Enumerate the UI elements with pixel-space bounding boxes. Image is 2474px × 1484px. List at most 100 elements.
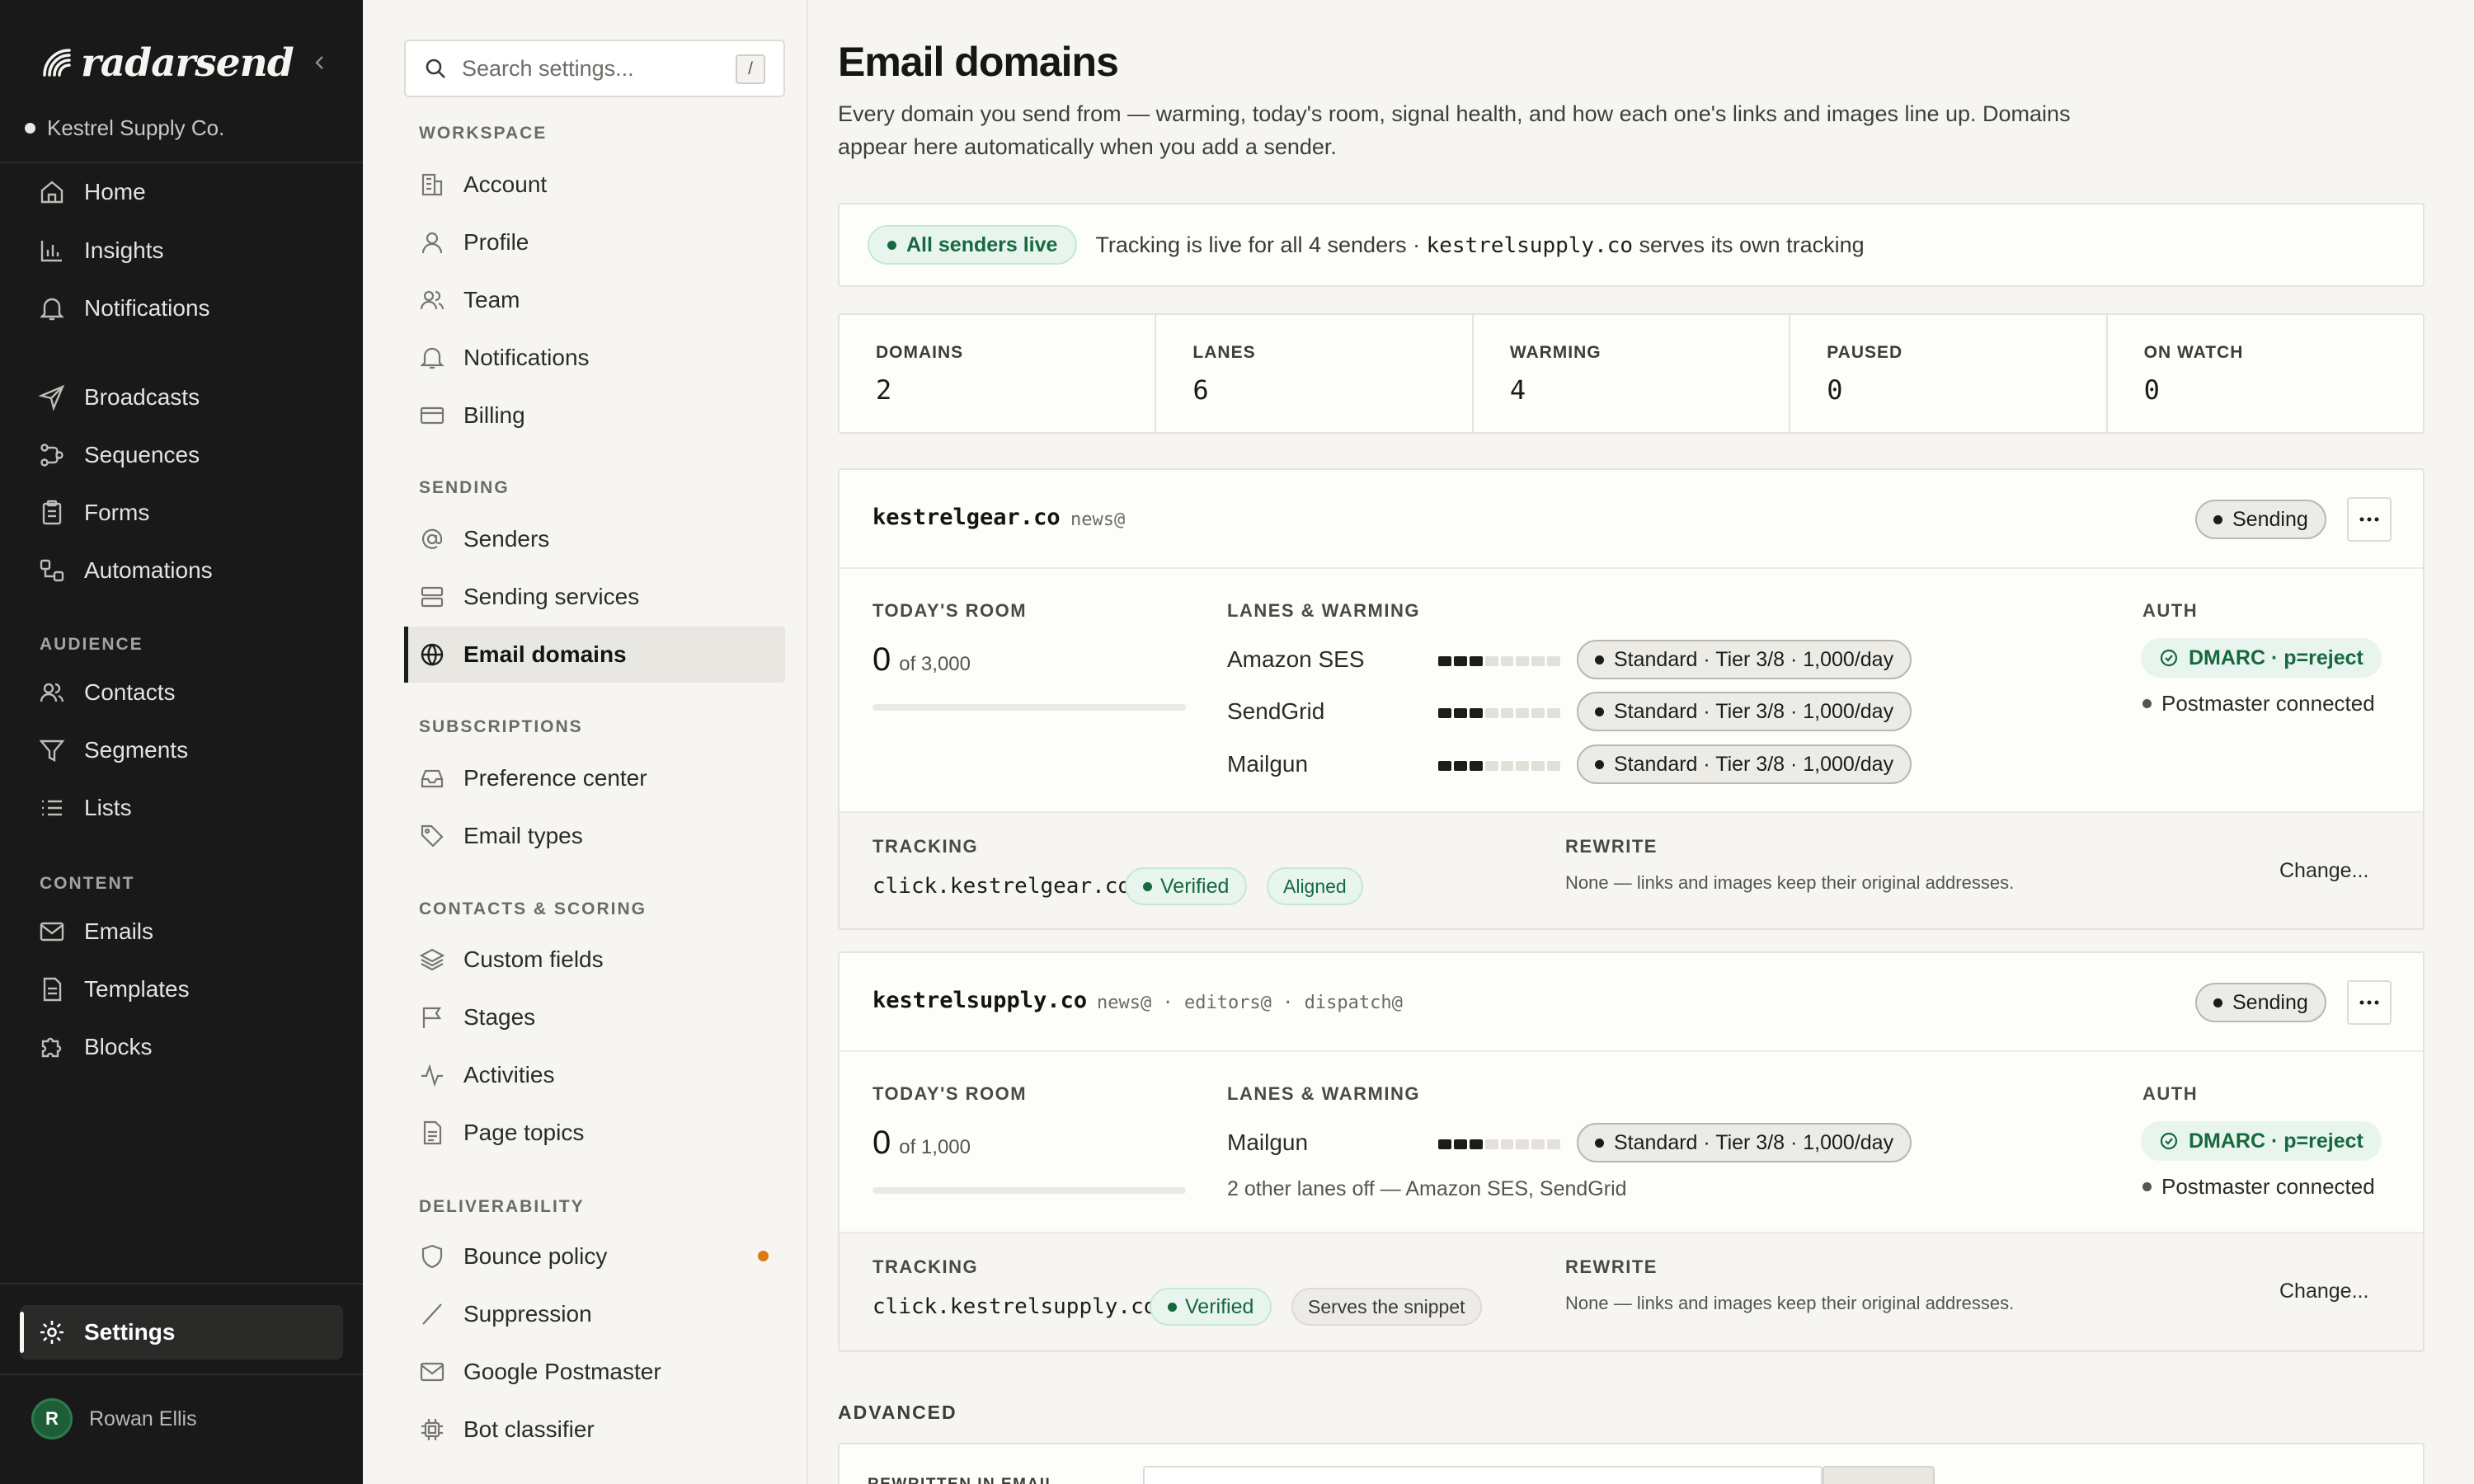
stat-domains: DOMAINS 2 [840, 315, 1157, 432]
rewrite-description: None — links and images keep their origi… [1565, 1293, 2015, 1313]
search-icon [426, 59, 445, 78]
add-button[interactable]: Add [1823, 1466, 1935, 1484]
settings-item-page-topics[interactable]: Page topics [404, 1105, 785, 1161]
change-rewrite-link[interactable]: Change... [2279, 859, 2368, 883]
settings-item-account[interactable]: Account [404, 157, 785, 213]
room-value: 0 of 3,000 [872, 641, 971, 679]
settings-item-custom-fields[interactable]: Custom fields [404, 932, 785, 988]
settings-item-google-postmaster[interactable]: Google Postmaster [404, 1344, 785, 1400]
advanced-card: REWRITTEN IN EMAIL Add [838, 1443, 2425, 1484]
settings-item-label: Sending services [463, 584, 640, 609]
radar-logo-icon [43, 49, 71, 77]
nav-item-broadcasts[interactable]: Broadcasts [20, 370, 343, 425]
badge-label: All senders live [906, 232, 1058, 256]
bar-chart-icon [40, 241, 62, 262]
settings-section-contacts-scoring: CONTACTS & SCORING [419, 899, 647, 918]
filter-icon [39, 740, 65, 762]
flag-icon [422, 1007, 442, 1028]
nav-item-forms[interactable]: Forms [20, 486, 343, 540]
settings-item-label: Account [463, 171, 548, 197]
slash-icon [422, 1303, 442, 1325]
domain-senders: news@ [1070, 510, 1126, 530]
document-icon [423, 1120, 442, 1145]
more-options-button[interactable] [2347, 497, 2392, 542]
tier-segment [1531, 1139, 1545, 1149]
nav-item-blocks[interactable]: Blocks [20, 1020, 343, 1074]
settings-item-notifications[interactable]: Notifications [404, 330, 785, 386]
lane-name: SendGrid [1227, 698, 1325, 724]
status-dot-icon [1143, 881, 1152, 891]
user-menu[interactable]: R Rowan Ellis [31, 1398, 197, 1439]
settings-item-label: Email domains [463, 641, 627, 667]
settings-item-senders[interactable]: Senders [404, 511, 785, 567]
stat-value: 2 [876, 374, 892, 406]
nav-item-label: Sequences [84, 442, 200, 467]
badge-label: DMARC · p=reject [2189, 1129, 2363, 1153]
settings-search[interactable]: / [404, 40, 785, 97]
rewrite-label: REWRITE [1565, 1256, 1658, 1277]
settings-item-label: Notifications [463, 345, 590, 370]
settings-item-label: Activities [463, 1062, 555, 1087]
lanes-off-note: 2 other lanes off — Amazon SES, SendGrid [1227, 1177, 1627, 1200]
nav-item-settings[interactable]: Settings [20, 1305, 343, 1360]
verified-badge: Verified [1125, 867, 1248, 905]
nav-item-home[interactable]: Home [20, 165, 343, 219]
status-dot-icon [1595, 707, 1604, 716]
chip-icon [421, 1419, 443, 1440]
dmarc-badge: DMARC · p=reject [2141, 1121, 2382, 1161]
nav-item-emails[interactable]: Emails [20, 904, 343, 959]
building-icon [421, 173, 443, 196]
more-options-button[interactable] [2347, 980, 2392, 1025]
team-icon [420, 290, 444, 310]
tier-segment [1547, 656, 1560, 666]
change-rewrite-link[interactable]: Change... [2279, 1280, 2368, 1303]
nav-item-label: Emails [84, 918, 154, 944]
domain-name: kestrelgear.co [872, 505, 1061, 530]
nav-item-insights[interactable]: Insights [20, 223, 343, 278]
nav-item-sequences[interactable]: Sequences [20, 428, 343, 482]
settings-item-sending-services[interactable]: Sending services [404, 569, 785, 625]
workspace-switcher[interactable]: Kestrel Supply Co. [25, 115, 224, 141]
stat-value: 0 [1827, 374, 1843, 406]
nav-item-label: Home [84, 179, 146, 204]
settings-item-preference-center[interactable]: Preference center [404, 750, 785, 806]
nav-item-lists[interactable]: Lists [20, 781, 343, 835]
tier-segment [1516, 656, 1530, 666]
tracking-label: TRACKING [872, 1256, 979, 1277]
warming-tier-bar [1438, 656, 1560, 666]
settings-item-suppression[interactable]: Suppression [404, 1286, 785, 1342]
settings-item-billing[interactable]: Billing [404, 387, 785, 444]
dmarc-badge: DMARC · p=reject [2141, 638, 2382, 678]
settings-item-activities[interactable]: Activities [404, 1047, 785, 1103]
nav-item-notifications[interactable]: Notifications [20, 281, 343, 336]
nav-item-contacts[interactable]: Contacts [20, 665, 343, 720]
settings-item-profile[interactable]: Profile [404, 214, 785, 270]
nav-item-templates[interactable]: Templates [20, 962, 343, 1017]
settings-item-email-types[interactable]: Email types [404, 808, 785, 864]
tier-segment [1453, 656, 1467, 666]
list-icon [42, 800, 62, 816]
nav-item-segments[interactable]: Segments [20, 723, 343, 777]
nav-item-label: Forms [84, 500, 150, 525]
settings-search-input[interactable] [462, 55, 726, 82]
domain-card: kestrelsupply.co news@ · editors@ · disp… [838, 951, 2425, 1352]
rewritten-in-email-label: REWRITTEN IN EMAIL [868, 1476, 1056, 1484]
settings-item-bot-classifier[interactable]: Bot classifier [404, 1402, 785, 1458]
tier-segment [1469, 656, 1483, 666]
settings-item-label: Profile [463, 229, 529, 255]
settings-sidebar: / WORKSPACE Account Profile Team Notific… [363, 0, 808, 1484]
todays-room-label: TODAY'S ROOM [872, 600, 1028, 621]
tier-segment [1484, 761, 1498, 771]
rewritten-in-email-input[interactable] [1143, 1466, 1823, 1484]
nav-item-automations[interactable]: Automations [20, 543, 343, 598]
settings-item-team[interactable]: Team [404, 272, 785, 328]
tier-segment [1516, 1139, 1530, 1149]
collapse-sidebar-button[interactable] [305, 48, 335, 77]
settings-item-label: Page topics [463, 1120, 585, 1145]
brand-logo[interactable]: radarsend [38, 30, 294, 96]
settings-item-stages[interactable]: Stages [404, 989, 785, 1045]
settings-item-bounce-policy[interactable]: Bounce policy [404, 1228, 785, 1284]
settings-item-email-domains[interactable]: Email domains [404, 627, 785, 683]
auth-label: AUTH [2142, 600, 2199, 621]
nav-section-content: CONTENT [40, 874, 135, 893]
